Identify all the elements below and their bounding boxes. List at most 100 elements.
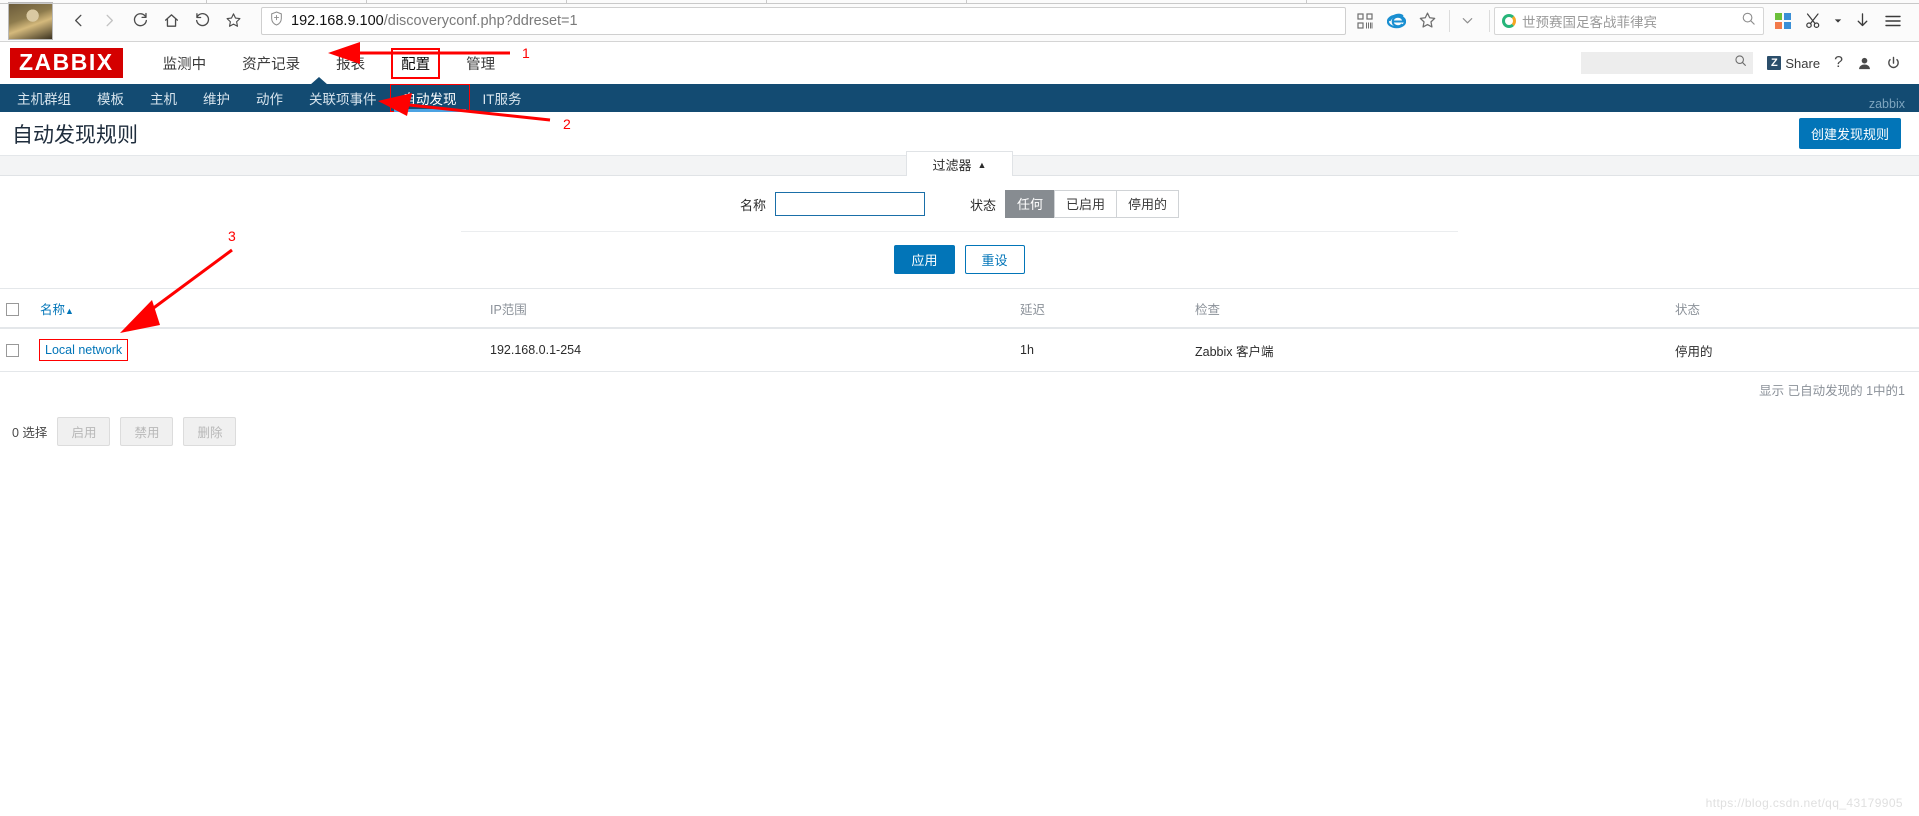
watermark-text: https://blog.csdn.net/qq_43179905 <box>1705 796 1903 810</box>
home-icon[interactable] <box>158 8 184 34</box>
enable-button: 启用 <box>57 417 111 446</box>
table-row: Local network 192.168.0.1-254 1h Zabbix … <box>0 328 1919 372</box>
subnav-item-hosts[interactable]: 主机 <box>137 84 190 112</box>
qr-code-icon[interactable] <box>1352 8 1378 34</box>
search-engine-logo <box>1502 13 1516 28</box>
zabbix-share-icon: Z <box>1767 56 1782 70</box>
question-mark-icon[interactable]: ? <box>1834 54 1843 72</box>
page-title: 自动发现规则 <box>12 123 138 147</box>
filter-status-disabled[interactable]: 停用的 <box>1116 190 1180 218</box>
selection-count: 0 选择 <box>12 426 48 440</box>
column-header-ip-range[interactable]: IP范围 <box>484 289 1014 329</box>
delete-button: 删除 <box>183 417 237 446</box>
filter-action-buttons: 应用 重设 <box>0 232 1919 274</box>
subnav-item-actions[interactable]: 动作 <box>243 84 296 112</box>
back-arrow-icon[interactable] <box>65 8 91 34</box>
filter-status-label: 状态 <box>969 197 996 213</box>
share-button[interactable]: Z Share <box>1767 56 1820 71</box>
toolbar-divider-2 <box>1489 9 1490 32</box>
bulk-actions-bar: 0 选择 启用 禁用 删除 <box>0 407 1919 446</box>
filter-status-any[interactable]: 任何 <box>1004 190 1054 218</box>
zabbix-search-input[interactable] <box>1581 52 1754 74</box>
page-header: 自动发现规则 创建发现规则 <box>0 112 1919 156</box>
url-path: /discoveryconf.php?ddreset=1 <box>383 12 578 29</box>
filter-name-input[interactable] <box>774 192 925 216</box>
scissors-icon[interactable] <box>1801 8 1827 34</box>
column-header-status[interactable]: 状态 <box>1669 289 1919 329</box>
share-label: Share <box>1785 55 1821 71</box>
filter-panel: 名称 状态 任何 已启用 停用的 应用 重设 <box>0 176 1919 289</box>
column-header-name[interactable]: 名称▲ <box>34 289 484 329</box>
select-all-header <box>0 289 34 329</box>
url-text: 192.168.9.100/discoveryconf.php?ddreset=… <box>291 13 578 29</box>
topnav-item-administration[interactable]: 管理 <box>458 50 503 77</box>
topnav-item-monitoring[interactable]: 监测中 <box>155 50 215 77</box>
select-all-checkbox[interactable] <box>6 302 19 316</box>
column-header-name-label: 名称 <box>40 303 66 317</box>
cell-status[interactable]: 停用的 <box>1669 328 1919 372</box>
browser-search-box[interactable]: 世预赛国足客战菲律宾 <box>1494 6 1764 35</box>
url-host: 192.168.9.100 <box>291 12 384 29</box>
browser-toolbar-right: 世预赛国足客战菲律宾 <box>1352 6 1911 35</box>
scissors-dropdown-icon[interactable] <box>1832 8 1844 34</box>
shield-icon <box>270 10 283 31</box>
power-off-icon[interactable] <box>1886 56 1901 71</box>
download-icon[interactable] <box>1849 8 1875 34</box>
reload-icon[interactable] <box>127 8 153 34</box>
filter-tab[interactable]: 过滤器 ▲ <box>905 151 1014 176</box>
logged-in-user-label: zabbix <box>1868 97 1905 111</box>
row-select-cell <box>0 328 34 372</box>
discovery-rules-table: 名称▲ IP范围 延迟 检查 状态 Local network 192.168.… <box>0 289 1919 372</box>
subnav-item-host-groups[interactable]: 主机群组 <box>4 84 84 112</box>
discovery-rule-link[interactable]: Local network <box>45 343 122 357</box>
cell-checks: Zabbix 客户端 <box>1189 328 1669 372</box>
column-header-delay[interactable]: 延迟 <box>1014 289 1189 329</box>
subnav-item-services[interactable]: IT服务 <box>470 84 535 112</box>
create-discovery-rule-button[interactable]: 创建发现规则 <box>1798 118 1901 149</box>
secondary-navigation: 主机群组 模板 主机 维护 动作 关联项事件 自动发现 IT服务 zabbix <box>0 77 1919 112</box>
chevron-down-icon[interactable] <box>1454 8 1480 34</box>
tab-strip <box>0 0 1919 4</box>
filter-apply-button[interactable]: 应用 <box>894 245 955 274</box>
cell-delay: 1h <box>1014 328 1189 372</box>
history-icon[interactable] <box>189 8 215 34</box>
status-badge[interactable]: 停用的 <box>1675 341 1713 360</box>
filter-name-label: 名称 <box>739 197 766 213</box>
subnav-item-event-correlation[interactable]: 关联项事件 <box>296 84 390 112</box>
zabbix-header: ZABBIX 监测中 资产记录 报表 配置 管理 Z Share ? <box>0 42 1919 84</box>
apps-grid-icon[interactable] <box>1770 8 1796 34</box>
search-icon[interactable] <box>1741 11 1756 31</box>
browser-search-input: 世预赛国足客战菲律宾 <box>1522 14 1657 30</box>
column-header-checks[interactable]: 检查 <box>1189 289 1669 329</box>
address-bar[interactable]: 192.168.9.100/discoveryconf.php?ddreset=… <box>261 6 1346 35</box>
caret-up-icon: ▲ <box>977 159 987 170</box>
topnav-item-reports[interactable]: 报表 <box>328 50 373 77</box>
tab-thumbnail-image[interactable] <box>8 1 53 40</box>
subnav-item-discovery[interactable]: 自动发现 <box>389 84 470 112</box>
cell-name: Local network <box>34 328 484 372</box>
row-checkbox[interactable] <box>6 344 19 358</box>
filter-reset-button[interactable]: 重设 <box>964 245 1025 274</box>
search-icon[interactable] <box>1734 54 1747 72</box>
filter-tab-label: 过滤器 <box>932 158 972 173</box>
filter-fields-row: 名称 状态 任何 已启用 停用的 <box>0 190 1919 218</box>
filter-status-enabled[interactable]: 已启用 <box>1054 190 1117 218</box>
star-outline-icon[interactable] <box>1414 8 1440 34</box>
hamburger-menu-icon[interactable] <box>1880 8 1906 34</box>
toolbar-divider <box>1449 9 1450 32</box>
star-icon[interactable] <box>220 8 246 34</box>
ie-browser-icon[interactable] <box>1383 8 1409 34</box>
subnav-item-maintenance[interactable]: 维护 <box>190 84 243 112</box>
topnav-item-inventory[interactable]: 资产记录 <box>234 50 308 77</box>
subnav-item-templates[interactable]: 模板 <box>84 84 137 112</box>
primary-navigation: 监测中 资产记录 报表 配置 管理 <box>145 42 514 84</box>
table-body: Local network 192.168.0.1-254 1h Zabbix … <box>0 328 1919 372</box>
disable-button: 禁用 <box>120 417 174 446</box>
forward-arrow-icon[interactable] <box>96 8 122 34</box>
topnav-item-configuration[interactable]: 配置 <box>391 47 441 79</box>
browser-toolbar: 192.168.9.100/discoveryconf.php?ddreset=… <box>0 0 1919 42</box>
zabbix-logo[interactable]: ZABBIX <box>10 48 123 78</box>
filter-status-segmented-control: 任何 已启用 停用的 <box>1004 190 1180 218</box>
table-header-row: 名称▲ IP范围 延迟 检查 状态 <box>0 289 1919 329</box>
user-profile-icon[interactable] <box>1857 56 1872 71</box>
